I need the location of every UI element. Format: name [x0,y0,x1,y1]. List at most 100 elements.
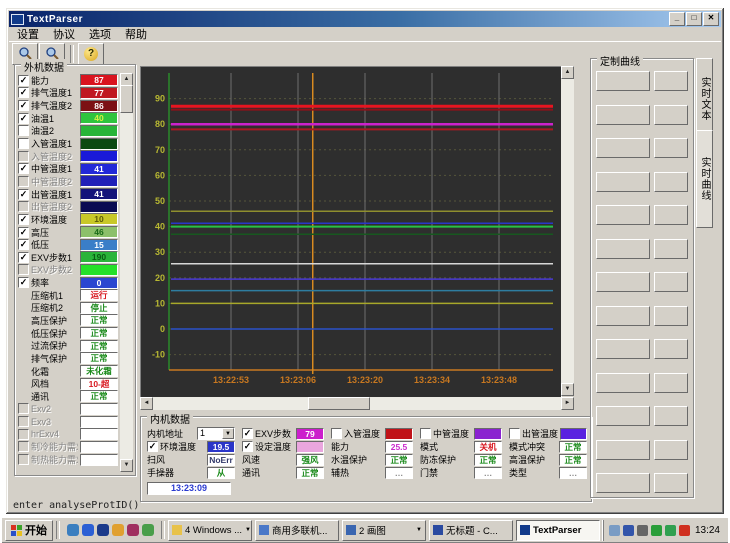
checkbox[interactable] [18,416,29,427]
checkbox[interactable] [18,176,29,187]
checkbox[interactable]: ✓ [18,163,29,174]
checkbox[interactable]: ✓ [18,252,29,263]
taskbar: 开始 4 Windows ...▼商用多联机...2 画图▼无标题 - C...… [2,517,728,542]
messenger-icon[interactable] [97,524,109,536]
checkbox[interactable]: ✓ [147,441,158,452]
outdoor-scrollbar[interactable]: ▲ ▼ [120,73,133,472]
custom-curve-slot[interactable] [596,272,650,292]
start-button[interactable]: 开始 [5,520,53,541]
media-icon[interactable] [127,524,139,536]
browser-icon[interactable] [82,524,94,536]
custom-curve-slot[interactable] [596,440,650,460]
checkbox[interactable] [18,138,29,149]
custom-curve-slot[interactable] [654,306,688,326]
checkbox[interactable] [420,428,431,439]
indoor-row: ✓EXV步数79 [242,427,324,440]
custom-curve-slot[interactable] [654,71,688,91]
custom-curve-slot[interactable] [596,239,650,259]
taskbar-button[interactable]: 商用多联机... [255,520,339,541]
taskbar-button[interactable]: 无标题 - C... [429,520,513,541]
scroll-down-icon[interactable]: ▼ [561,383,574,396]
checkbox[interactable]: ✓ [18,214,29,225]
custom-curve-slot[interactable] [596,406,650,426]
custom-curve-slot[interactable] [596,473,650,493]
tab-realtime-text[interactable]: 实时文本 [696,58,713,140]
help-button[interactable]: ? [78,43,104,65]
taskbar-button[interactable]: TextParser [516,520,600,541]
checkbox[interactable]: ✓ [18,113,29,124]
checkbox[interactable]: ✓ [18,239,29,250]
checkbox[interactable] [18,403,29,414]
checkbox[interactable] [18,454,29,465]
tray-icon-2[interactable] [623,525,634,536]
custom-curve-slot[interactable] [654,272,688,292]
checkbox[interactable]: ✓ [242,441,253,452]
checkbox[interactable]: ✓ [18,87,29,98]
tab-realtime-curve[interactable]: 实时曲线 [696,130,713,228]
checkbox[interactable] [18,201,29,212]
taskbar-button[interactable]: 4 Windows ...▼ [168,520,252,541]
custom-curve-slot[interactable] [596,71,650,91]
checkbox[interactable]: ✓ [18,75,29,86]
checkbox[interactable] [18,441,29,452]
ie-icon[interactable] [67,524,79,536]
checkbox[interactable] [18,125,29,136]
minimize-button[interactable]: _ [669,12,685,26]
maximize-button[interactable]: □ [686,12,702,26]
custom-curve-slot[interactable] [596,138,650,158]
indoor-value: … [559,467,587,479]
custom-curve-slot[interactable] [654,105,688,125]
scrollbar-thumb[interactable] [308,397,370,410]
custom-curve-slot[interactable] [596,205,650,225]
chart-vertical-scrollbar[interactable]: ▲ ▼ [561,66,574,396]
indoor-label: 手操器 [147,466,174,479]
scrollbar-thumb[interactable] [120,85,133,113]
tray-icon-1[interactable] [609,525,620,536]
checkbox[interactable]: ✓ [18,189,29,200]
show-desktop-icon[interactable] [142,524,154,536]
checkbox[interactable]: ✓ [18,277,29,288]
custom-curve-list [596,71,688,493]
dropdown-value: 1 [198,428,222,439]
custom-curve-slot[interactable] [654,406,688,426]
tray-icon-6[interactable] [679,525,690,536]
indoor-address-dropdown[interactable]: 1▼ [197,427,235,440]
checkbox[interactable] [18,264,29,275]
custom-curve-slot[interactable] [654,239,688,259]
tray-icon-3[interactable] [637,525,648,536]
checkbox[interactable] [18,429,29,440]
outdoor-item-row: ✓出管温度141 [18,188,118,201]
scrollbar-track[interactable] [153,397,561,410]
custom-curve-slot[interactable] [654,172,688,192]
taskbar-button[interactable]: 2 画图▼ [342,520,426,541]
custom-curve-slot[interactable] [654,373,688,393]
checkbox[interactable] [331,428,342,439]
close-button[interactable]: ✕ [703,12,719,26]
custom-curve-slot[interactable] [654,138,688,158]
checkbox[interactable]: ✓ [242,428,253,439]
custom-curve-slot[interactable] [596,339,650,359]
trend-chart[interactable]: 9080706050403020100-1013:22:5313:23:0613… [140,66,562,398]
scroll-up-icon[interactable]: ▲ [561,66,574,79]
tray-icon-4[interactable] [651,525,662,536]
custom-curve-slot[interactable] [654,339,688,359]
checkbox[interactable]: ✓ [18,100,29,111]
tray-icon-5[interactable] [665,525,676,536]
scroll-left-icon[interactable]: ◄ [140,397,153,410]
scroll-down-icon[interactable]: ▼ [120,459,133,472]
custom-curve-slot[interactable] [596,373,650,393]
mail-icon[interactable] [112,524,124,536]
scroll-right-icon[interactable]: ► [561,397,574,410]
custom-curve-slot[interactable] [596,105,650,125]
chart-horizontal-scrollbar[interactable]: ◄ ► [140,397,574,410]
chevron-down-icon[interactable]: ▼ [222,428,234,439]
custom-curve-slot[interactable] [654,473,688,493]
outdoor-item-value: 86 [80,100,118,112]
checkbox[interactable] [509,428,520,439]
custom-curve-slot[interactable] [596,172,650,192]
custom-curve-slot[interactable] [654,440,688,460]
checkbox[interactable] [18,151,29,162]
checkbox[interactable]: ✓ [18,227,29,238]
custom-curve-slot[interactable] [654,205,688,225]
custom-curve-slot[interactable] [596,306,650,326]
